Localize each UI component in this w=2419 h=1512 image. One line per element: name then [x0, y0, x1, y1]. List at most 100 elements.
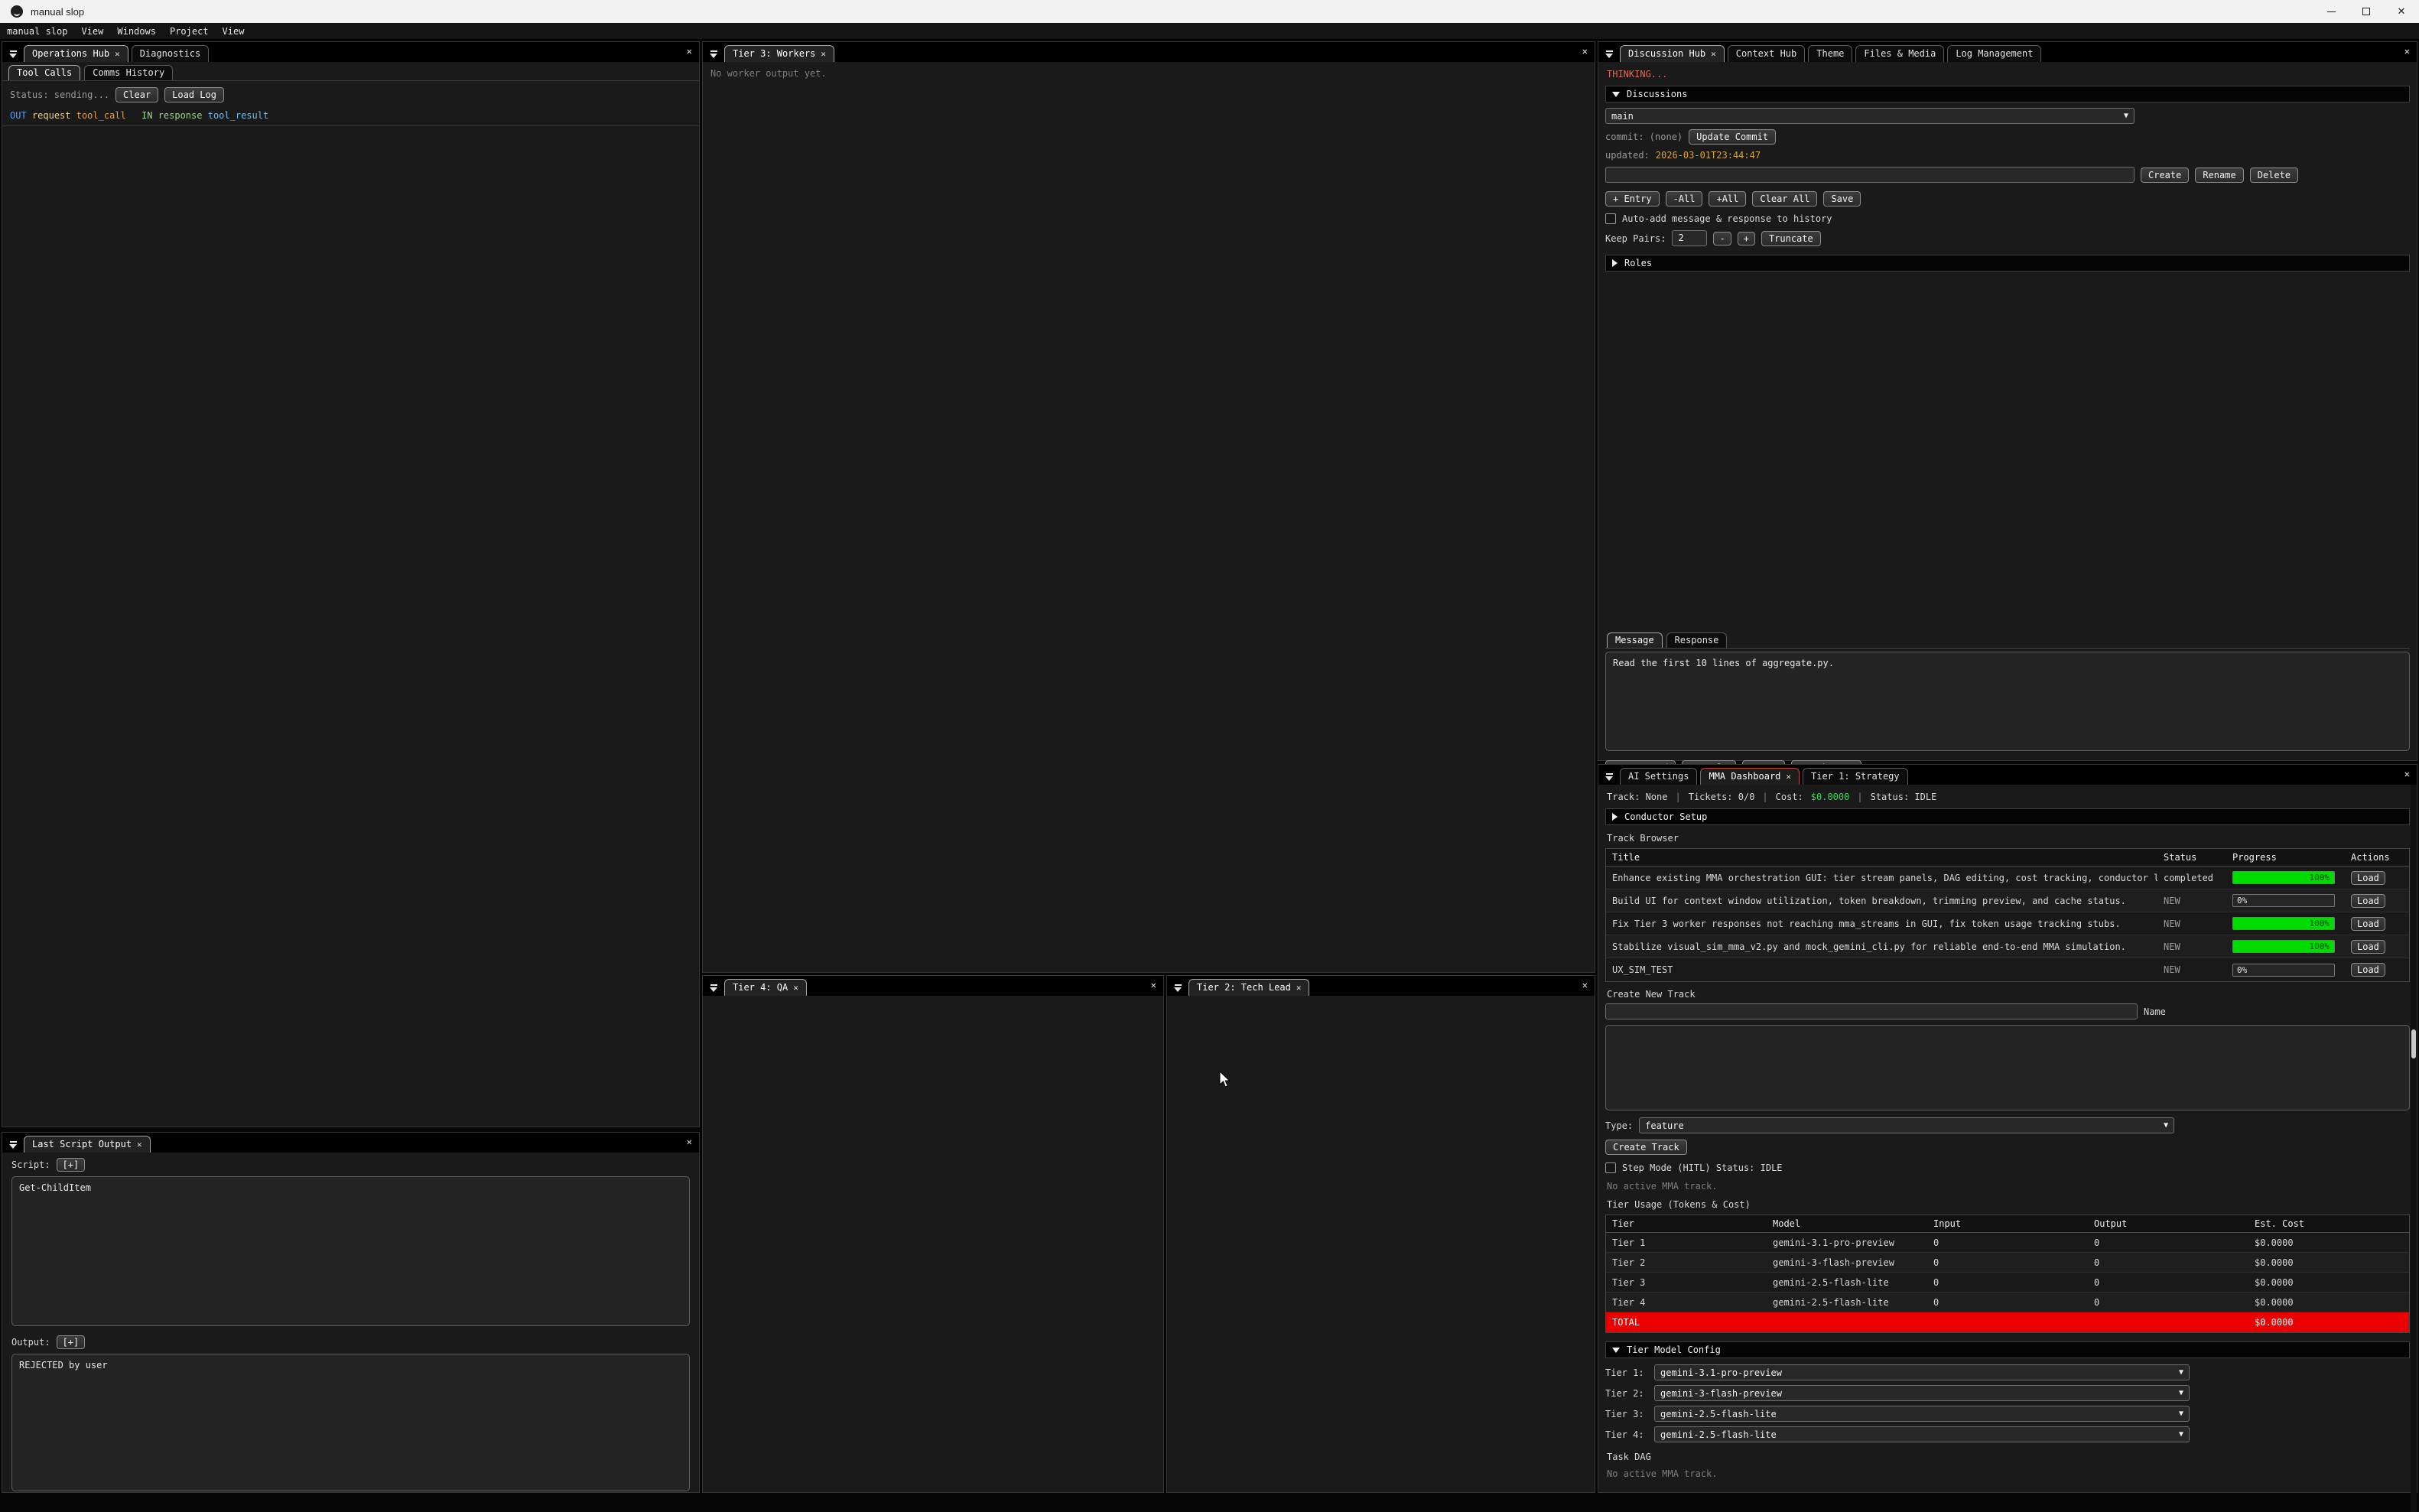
tab-discussion-hub[interactable]: Discussion Hub ✕	[1620, 45, 1725, 62]
update-commit-button[interactable]: Update Commit	[1689, 129, 1776, 145]
tier2-model-label: Tier 2:	[1605, 1388, 1648, 1399]
dock-menu-icon[interactable]	[709, 50, 718, 58]
dock-menu-icon[interactable]	[1605, 773, 1614, 781]
panel-close-icon[interactable]: ✕	[2404, 769, 2410, 779]
tier1-model-select[interactable]: gemini-3.1-pro-preview ▼	[1654, 1364, 2190, 1380]
discussion-select[interactable]: main ▼	[1605, 108, 2135, 124]
message-textarea[interactable]: Read the first 10 lines of aggregate.py.	[1605, 652, 2410, 751]
discussions-section-header[interactable]: Discussions	[1605, 86, 2410, 102]
table-row[interactable]: UX_SIM_TEST NEW 0% Load	[1606, 958, 2409, 981]
tab-close-icon[interactable]: ✕	[821, 49, 826, 59]
tab-ai-settings[interactable]: AI Settings	[1620, 768, 1697, 785]
panel-close-icon[interactable]: ✕	[1582, 47, 1588, 56]
save-button[interactable]: Save	[1823, 191, 1861, 206]
menu-item-view-2[interactable]: View	[216, 26, 252, 37]
dock-menu-icon[interactable]	[8, 1141, 18, 1149]
menu-item-windows[interactable]: Windows	[110, 26, 163, 37]
dock-menu-icon[interactable]	[1173, 984, 1182, 992]
tier4-model-select[interactable]: gemini-2.5-flash-lite ▼	[1654, 1426, 2190, 1442]
menu-item-view[interactable]: View	[74, 26, 110, 37]
scrollbar-handle[interactable]	[2411, 1029, 2416, 1058]
panel-close-icon[interactable]: ✕	[1151, 980, 1156, 990]
collapse-all-button[interactable]: -All	[1666, 191, 1703, 206]
mma-scrollbar[interactable]	[2411, 785, 2417, 1512]
tab-theme[interactable]: Theme	[1808, 45, 1852, 62]
tab-close-icon[interactable]: ✕	[1711, 49, 1716, 59]
tab-diagnostics[interactable]: Diagnostics	[132, 45, 209, 62]
load-button[interactable]: Load	[2351, 963, 2385, 977]
dock-menu-icon[interactable]	[709, 984, 718, 992]
tab-mma-dashboard[interactable]: MMA Dashboard ✕	[1700, 768, 1800, 785]
idle-status: Status: IDLE	[1871, 792, 1937, 802]
tab-operations-hub[interactable]: Operations Hub ✕	[24, 45, 128, 62]
add-entry-button[interactable]: + Entry	[1605, 191, 1660, 206]
script-expand-button[interactable]: [+]	[57, 1158, 86, 1172]
new-track-description-textarea[interactable]	[1605, 1025, 2410, 1110]
load-log-button[interactable]: Load Log	[164, 87, 224, 102]
usage-table-header: Tier Model Input Output Est. Cost	[1606, 1215, 2409, 1233]
tab-context-hub[interactable]: Context Hub	[1728, 45, 1805, 62]
tab-close-icon[interactable]: ✕	[137, 1140, 142, 1149]
create-button[interactable]: Create	[2141, 167, 2189, 183]
panel-close-icon[interactable]: ✕	[687, 1137, 692, 1146]
dock-menu-icon[interactable]	[8, 50, 18, 58]
table-row[interactable]: Fix Tier 3 worker responses not reaching…	[1606, 912, 2409, 935]
tab-comms-history[interactable]: Comms History	[84, 65, 173, 80]
increment-button[interactable]: +	[1738, 232, 1755, 245]
output-textarea[interactable]: REJECTED by user	[11, 1354, 690, 1491]
truncate-button[interactable]: Truncate	[1761, 231, 1821, 246]
tab-response[interactable]: Response	[1666, 632, 1728, 648]
load-button[interactable]: Load	[2351, 894, 2385, 908]
close-button[interactable]: ✕	[2384, 0, 2419, 23]
table-row[interactable]: Stabilize visual_sim_mma_v2.py and mock_…	[1606, 935, 2409, 958]
panel-close-icon[interactable]: ✕	[1582, 980, 1588, 990]
mma-status-line: Track: None | Tickets: 0/0 | Cost: $0.00…	[1607, 792, 2410, 802]
table-row[interactable]: Enhance existing MMA orchestration GUI: …	[1606, 867, 2409, 889]
tab-tier2-tech-lead[interactable]: Tier 2: Tech Lead ✕	[1188, 979, 1309, 996]
load-button[interactable]: Load	[2351, 940, 2385, 954]
decrement-button[interactable]: -	[1713, 232, 1731, 245]
menu-item-app[interactable]: manual slop	[0, 26, 74, 37]
tab-close-icon[interactable]: ✕	[115, 49, 120, 59]
tab-close-icon[interactable]: ✕	[793, 983, 798, 993]
tier3-model-select[interactable]: gemini-2.5-flash-lite ▼	[1654, 1406, 2190, 1422]
table-row[interactable]: Build UI for context window utilization,…	[1606, 889, 2409, 912]
tab-tier1-strategy[interactable]: Tier 1: Strategy	[1803, 768, 1908, 785]
track-type-select[interactable]: feature ▼	[1639, 1117, 2174, 1133]
tab-message[interactable]: Message	[1607, 632, 1663, 648]
output-expand-button[interactable]: [+]	[57, 1335, 86, 1349]
auto-add-checkbox[interactable]	[1605, 213, 1616, 224]
create-track-button[interactable]: Create Track	[1605, 1140, 1687, 1155]
clear-button[interactable]: Clear	[115, 87, 158, 102]
minimize-button[interactable]	[2313, 0, 2349, 23]
tab-files-media[interactable]: Files & Media	[1855, 45, 1944, 62]
keep-pairs-input[interactable]: 2	[1672, 230, 1707, 246]
expand-all-button[interactable]: +All	[1709, 191, 1746, 206]
load-button[interactable]: Load	[2351, 871, 2385, 885]
script-textarea[interactable]: Get-ChildItem	[11, 1176, 690, 1326]
rename-button[interactable]: Rename	[2195, 167, 2243, 183]
menu-item-project[interactable]: Project	[163, 26, 216, 37]
dock-menu-icon[interactable]	[1605, 50, 1614, 58]
clear-all-button[interactable]: Clear All	[1752, 191, 1817, 206]
discussion-name-input[interactable]	[1605, 167, 2135, 183]
load-button[interactable]: Load	[2351, 917, 2385, 931]
new-track-name-input[interactable]	[1605, 1003, 2138, 1019]
tab-tier4-qa[interactable]: Tier 4: QA ✕	[724, 979, 807, 996]
tab-log-management[interactable]: Log Management	[1947, 45, 2041, 62]
tab-close-icon[interactable]: ✕	[1786, 772, 1791, 782]
delete-button[interactable]: Delete	[2250, 167, 2298, 183]
tab-tier3-workers[interactable]: Tier 3: Workers ✕	[724, 45, 834, 62]
tab-tool-calls[interactable]: Tool Calls	[8, 65, 80, 80]
maximize-button[interactable]	[2349, 0, 2384, 23]
tier-model-config-header[interactable]: Tier Model Config	[1605, 1341, 2410, 1358]
panel-close-icon[interactable]: ✕	[687, 47, 692, 56]
tool-call-log-row[interactable]: OUT request tool_call IN response tool_r…	[2, 107, 699, 126]
conductor-setup-header[interactable]: Conductor Setup	[1605, 808, 2410, 825]
tab-last-script-output[interactable]: Last Script Output ✕	[24, 1136, 151, 1153]
panel-close-icon[interactable]: ✕	[2404, 47, 2410, 56]
roles-section-header[interactable]: Roles	[1605, 255, 2410, 272]
tab-close-icon[interactable]: ✕	[1296, 983, 1302, 993]
tier2-model-select[interactable]: gemini-3-flash-preview ▼	[1654, 1385, 2190, 1401]
step-mode-checkbox[interactable]	[1605, 1162, 1616, 1173]
